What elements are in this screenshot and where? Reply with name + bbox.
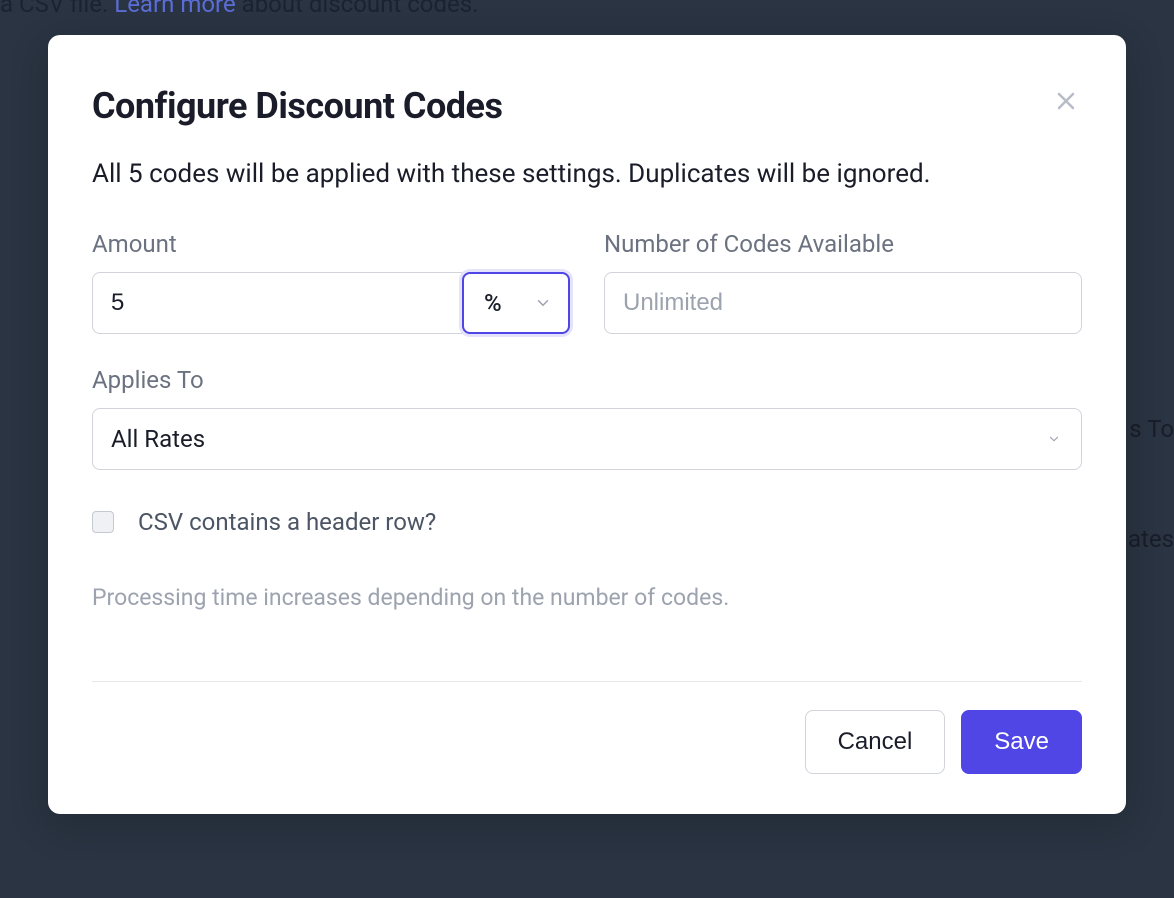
codes-available-group: Number of Codes Available — [604, 230, 1082, 334]
csv-header-checkbox[interactable] — [92, 511, 114, 533]
amount-group: Amount % — [92, 230, 570, 334]
close-icon — [1054, 89, 1078, 113]
amount-label: Amount — [92, 230, 570, 258]
backdrop-text: a CSV file. Learn more about discount co… — [0, 0, 478, 18]
applies-to-label: Applies To — [92, 366, 1082, 394]
modal-header: Configure Discount Codes — [92, 85, 1082, 127]
backdrop-text-right-2: ates — [1128, 525, 1174, 553]
processing-note: Processing time increases depending on t… — [92, 584, 1082, 611]
unit-value: % — [484, 289, 502, 317]
save-button[interactable]: Save — [961, 710, 1082, 774]
applies-to-value: All Rates — [111, 425, 205, 453]
close-button[interactable] — [1050, 85, 1082, 120]
cancel-button[interactable]: Cancel — [805, 710, 946, 774]
amount-input[interactable] — [92, 272, 462, 334]
codes-available-input[interactable] — [604, 272, 1082, 334]
form-row-1: Amount % Number of Codes Available — [92, 230, 1082, 334]
unit-select[interactable]: % — [462, 272, 570, 334]
modal-footer: Cancel Save — [92, 681, 1082, 774]
csv-header-row: CSV contains a header row? — [92, 508, 1082, 536]
learn-more-link[interactable]: Learn more — [114, 0, 235, 18]
applies-to-select[interactable]: All Rates — [92, 408, 1082, 470]
csv-header-label: CSV contains a header row? — [138, 508, 436, 536]
chevron-down-icon — [534, 294, 552, 312]
modal-title: Configure Discount Codes — [92, 85, 502, 127]
chevron-down-icon — [1047, 432, 1061, 446]
codes-available-label: Number of Codes Available — [604, 230, 1082, 258]
modal-description: All 5 codes will be applied with these s… — [92, 155, 1082, 194]
applies-to-group: Applies To All Rates — [92, 366, 1082, 470]
backdrop-text-right-1: s To — [1129, 415, 1174, 443]
configure-discount-modal: Configure Discount Codes All 5 codes wil… — [48, 35, 1126, 814]
